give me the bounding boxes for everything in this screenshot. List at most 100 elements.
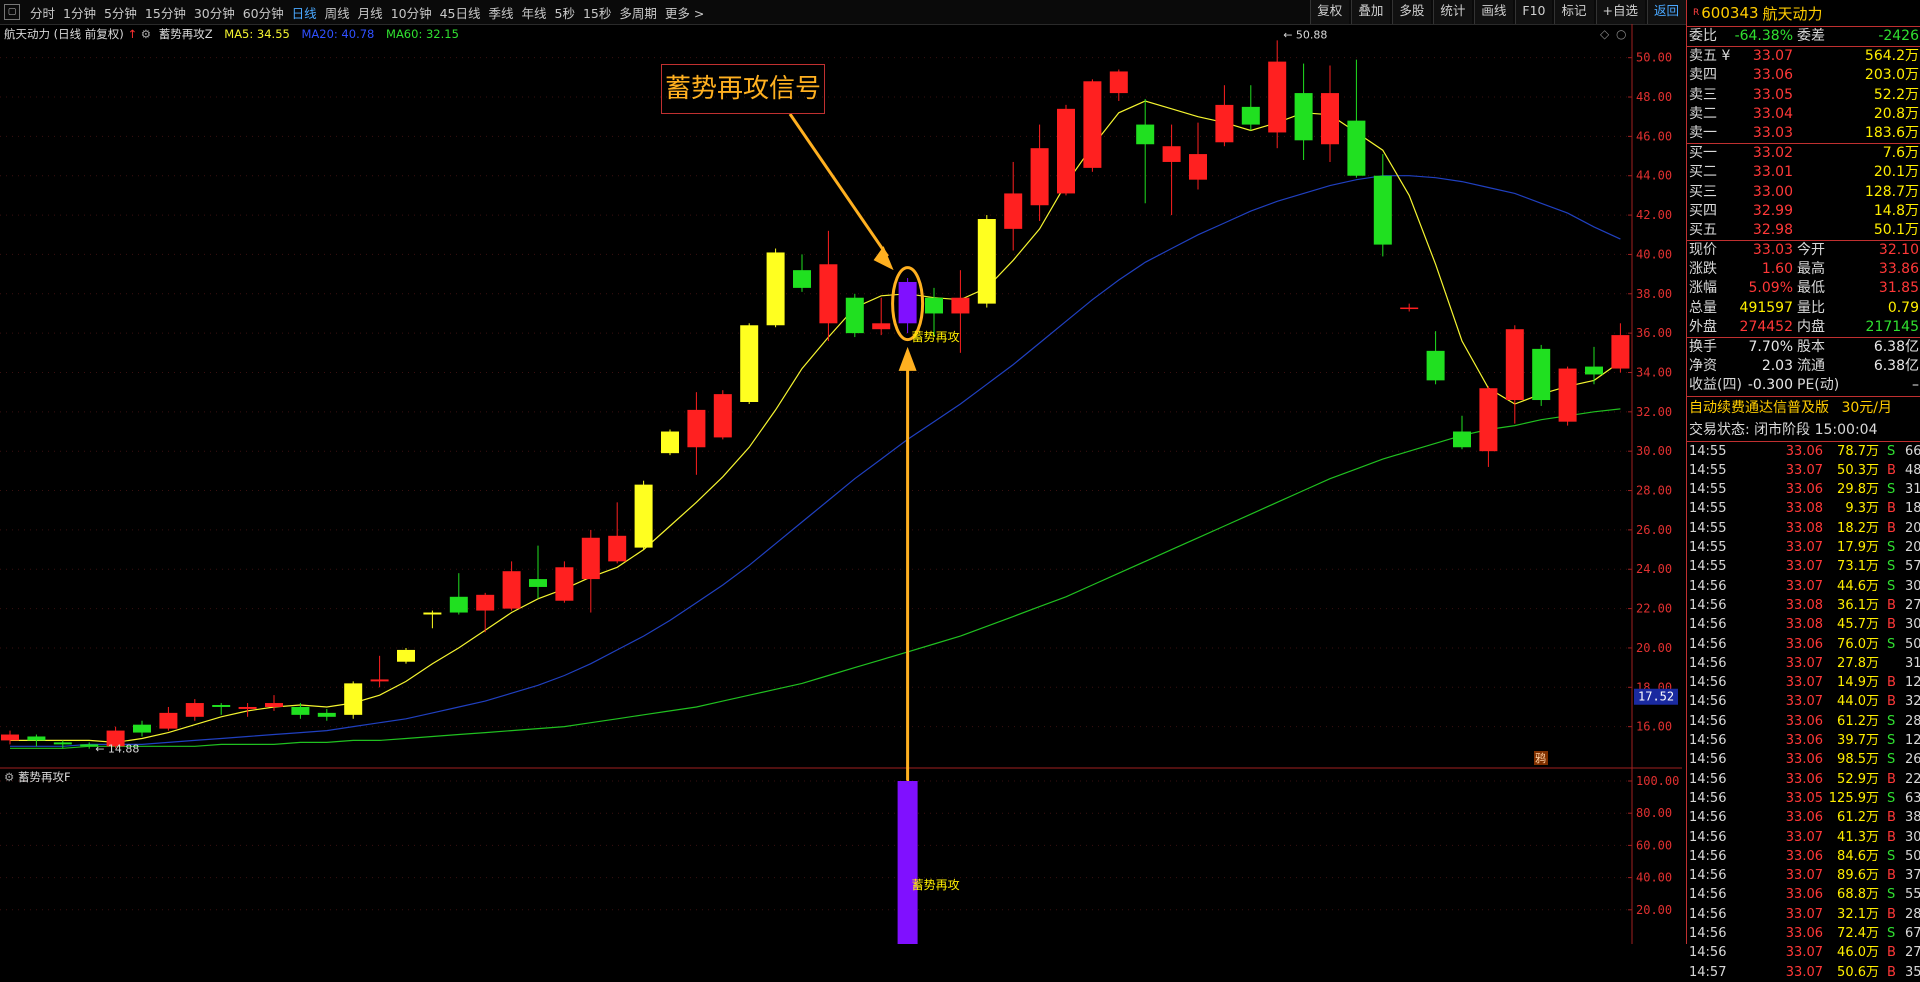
- timeframe-tab[interactable]: 日线: [288, 3, 321, 22]
- tick-volume: 46.0万: [1837, 945, 1879, 961]
- sub-tick-label: 100.00: [1636, 774, 1679, 788]
- weibi-row: 委比 -64.38% 委差 -2426: [1687, 27, 1920, 46]
- toolbar-button[interactable]: 画线: [1474, 0, 1514, 24]
- tick-price: 33.06: [1785, 887, 1823, 903]
- bid-book: 买一 33.02 7.6万 买二 33.01 20.1万 买三 33.00 128.7万 买四 32…: [1687, 144, 1920, 240]
- timeframe-tab[interactable]: 更多 >: [661, 3, 708, 22]
- tick-price: 33.06: [1785, 752, 1823, 768]
- candle-body: [159, 712, 178, 729]
- timeframe-tab[interactable]: 30分钟: [190, 3, 239, 22]
- tick-count: 12: [1905, 733, 1920, 749]
- ask-row[interactable]: 卖三 33.05 52.2万: [1687, 86, 1920, 105]
- tick-side: B: [1887, 771, 1896, 787]
- candle-body: [1057, 108, 1075, 194]
- gear-icon[interactable]: ⚙: [4, 770, 14, 784]
- stat-row: 现价 33.03 今开 32.10: [1687, 241, 1920, 260]
- candle-body: [238, 706, 257, 709]
- toolbar-button[interactable]: F10: [1515, 0, 1553, 24]
- bid-row[interactable]: 买三 33.00 128.7万: [1687, 183, 1920, 202]
- toolbar-button[interactable]: +自选: [1595, 0, 1645, 24]
- candle-body: [872, 323, 891, 330]
- stat-value: -0.300: [1747, 377, 1793, 394]
- signal-callout-box: 蓄势再攻信号: [661, 64, 825, 114]
- bid-row[interactable]: 买一 33.02 7.6万: [1687, 144, 1920, 163]
- sub-signal-label: 蓄势再攻: [912, 878, 960, 892]
- tick-time: 14:56: [1689, 636, 1727, 652]
- toolbar-button[interactable]: 叠加: [1351, 0, 1391, 24]
- bid-row[interactable]: 买二 33.01 20.1万: [1687, 163, 1920, 182]
- candle-body: [1030, 148, 1049, 206]
- tick-count: 26: [1905, 752, 1920, 768]
- candle-body: [423, 612, 442, 615]
- tick-side: S: [1887, 559, 1896, 575]
- timeframe-tab[interactable]: 多周期: [615, 3, 661, 22]
- tick-price: 33.07: [1785, 675, 1823, 691]
- ask-row[interactable]: 卖四 33.06 203.0万: [1687, 66, 1920, 85]
- timeframe-tab[interactable]: 45日线: [436, 3, 485, 22]
- book-volume: 20.8万: [1873, 105, 1919, 122]
- timeframe-tab[interactable]: 10分钟: [387, 3, 436, 22]
- stat-value: 7.70%: [1748, 339, 1793, 355]
- toolbar-button[interactable]: 统计: [1433, 0, 1473, 24]
- tick-side: S: [1887, 733, 1896, 749]
- price-tick-label: 32.00: [1636, 405, 1672, 419]
- timeframe-tab[interactable]: 周线: [321, 3, 354, 22]
- menu-icon[interactable]: ▢: [4, 4, 20, 20]
- timeframe-tab[interactable]: 15分钟: [141, 3, 190, 22]
- tick-price: 33.06: [1785, 848, 1823, 864]
- stat-row: 总量 491597 量比 0.79: [1687, 299, 1920, 318]
- toolbar-button[interactable]: 标记: [1554, 0, 1594, 24]
- toolbar-button[interactable]: 返回: [1646, 0, 1686, 24]
- tick-side: B: [1887, 810, 1896, 826]
- stock-name: 航天动力: [1762, 4, 1823, 23]
- candle-body: [529, 579, 547, 587]
- timeframe-tab[interactable]: 分时: [26, 3, 59, 22]
- timeframe-tab[interactable]: 年线: [518, 3, 551, 22]
- timeframe-tab[interactable]: 5分钟: [100, 3, 141, 22]
- tick-volume: 9.3万: [1845, 501, 1879, 517]
- book-label: 买五: [1689, 221, 1717, 238]
- tick-time: 14:55: [1689, 520, 1727, 536]
- book-label: 卖五 ¥: [1689, 48, 1731, 65]
- book-volume: 14.8万: [1873, 202, 1919, 219]
- book-volume: 183.6万: [1864, 124, 1919, 141]
- timeframe-tab[interactable]: 60分钟: [239, 3, 288, 22]
- tick-side: S: [1887, 848, 1896, 864]
- timeframe-tab[interactable]: 5秒: [551, 3, 579, 22]
- ask-row[interactable]: 卖五 ¥ 33.07 564.2万: [1687, 47, 1920, 66]
- timeframe-tab[interactable]: 1分钟: [59, 3, 100, 22]
- book-volume: 203.0万: [1864, 67, 1919, 84]
- timeframe-tab[interactable]: 季线: [485, 3, 518, 22]
- stat-value: 31.85: [1878, 280, 1919, 297]
- tick-price: 33.07: [1785, 462, 1823, 478]
- stat-label: 最高: [1797, 261, 1825, 278]
- ask-row[interactable]: 卖一 33.03 183.6万: [1687, 124, 1920, 143]
- bid-row[interactable]: 买四 32.99 14.8万: [1687, 202, 1920, 221]
- toolbar-button[interactable]: 复权: [1310, 0, 1350, 24]
- ask-row[interactable]: 卖二 33.04 20.8万: [1687, 105, 1920, 124]
- subscription-ad[interactable]: 自动续费通达信普及版 30元/月: [1687, 395, 1920, 419]
- tick-volume: 72.4万: [1837, 925, 1879, 941]
- stat-label: 流通: [1797, 358, 1825, 375]
- candle-body: [661, 431, 679, 454]
- kline-chart[interactable]: 16.0018.0020.0022.0024.0026.0028.0030.00…: [0, 24, 1686, 944]
- weicha-value: -2426: [1878, 28, 1919, 44]
- timeframe-tab[interactable]: 15秒: [579, 3, 615, 22]
- tick-time: 14:56: [1689, 868, 1727, 884]
- tick-time: 14:55: [1689, 501, 1727, 517]
- tick-volume: 45.7万: [1837, 617, 1879, 633]
- tick-price: 33.07: [1785, 868, 1823, 884]
- stat-value: 274452: [1739, 318, 1793, 335]
- book-volume: 52.2万: [1873, 86, 1919, 103]
- tick-row: 14:56 33.06 98.5万 S 26: [1687, 750, 1920, 769]
- tick-row: 14:56 33.06 68.8万 S 55: [1687, 885, 1920, 904]
- book-label: 买三: [1689, 183, 1717, 200]
- bid-row[interactable]: 买五 32.98 50.1万: [1687, 221, 1920, 240]
- toolbar-button[interactable]: 多股: [1392, 0, 1432, 24]
- tick-side: S: [1887, 887, 1896, 903]
- tick-side: S: [1887, 540, 1896, 556]
- timeframe-tab[interactable]: 月线: [354, 3, 387, 22]
- tick-list[interactable]: 14:55 33.06 78.7万 S 66 14:55 33.07 50.3万 B 48 14:5…: [1687, 442, 1920, 982]
- callout-arrow-line: [788, 113, 889, 258]
- sub-indicator-name[interactable]: 蓄势再攻F: [18, 770, 71, 784]
